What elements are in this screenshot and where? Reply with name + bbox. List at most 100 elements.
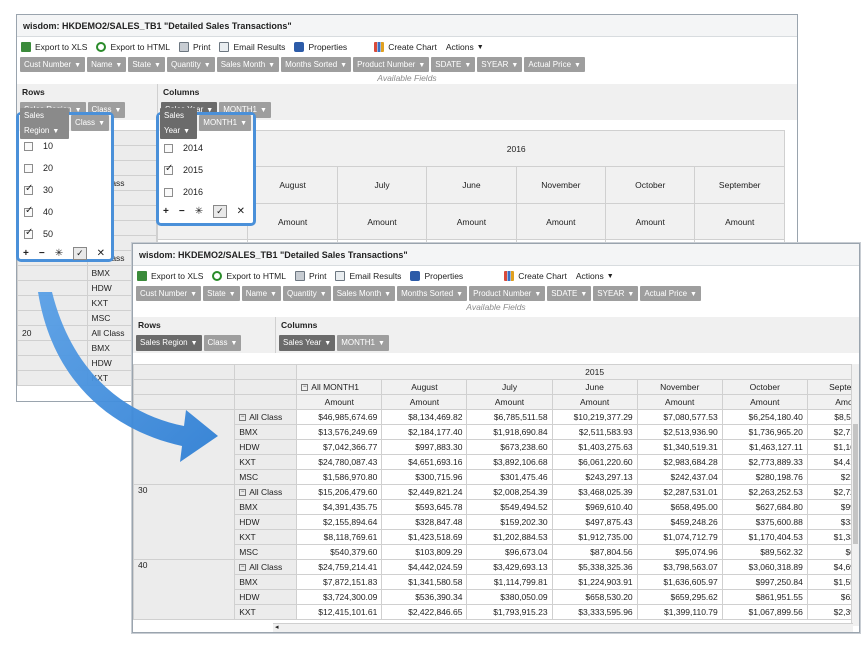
collapse-button[interactable]: −	[39, 248, 45, 259]
field-chip[interactable]: State ▼	[128, 57, 165, 72]
filter-option[interactable]: 50	[19, 223, 111, 245]
month-header[interactable]: November	[515, 166, 607, 204]
field-chip[interactable]: Name ▼	[241, 286, 281, 301]
field-chip[interactable]: Quantity ▼	[166, 57, 215, 72]
collapse-icon[interactable]: −	[239, 414, 247, 422]
field-chip[interactable]: Cust Number ▼	[20, 57, 86, 72]
collapse-icon[interactable]: −	[239, 489, 247, 497]
field-chip[interactable]: Sales Month ▼	[332, 286, 396, 301]
checkbox[interactable]	[164, 187, 173, 197]
chevron-down-icon: ▼	[418, 62, 426, 69]
export-xls-button[interactable]: Export to XLS	[21, 42, 87, 52]
close-button[interactable]: ✕	[97, 248, 105, 259]
filter-option[interactable]: 2014	[159, 137, 253, 159]
field-chip[interactable]: Name ▼	[87, 57, 127, 72]
properties-button[interactable]: Properties	[294, 42, 347, 52]
filter-option[interactable]: 2015	[159, 159, 253, 181]
sales-year-filter-popup: Sales Year▼ MONTH1▼ 201420152016 +−✳ ✓ ✕	[156, 107, 256, 226]
export-html-button[interactable]: Export to HTML	[212, 271, 286, 281]
filter-option[interactable]: 20	[19, 157, 111, 179]
filter-option[interactable]: 40	[19, 201, 111, 223]
filter-option[interactable]: 2016	[159, 181, 253, 203]
field-chip[interactable]: Months Sorted ▼	[281, 57, 352, 72]
checkbox[interactable]	[164, 163, 173, 175]
properties-button[interactable]: Properties	[410, 271, 463, 281]
actions-menu[interactable]: Actions ▼	[576, 271, 614, 281]
create-chart-button[interactable]: Create Chart	[504, 271, 567, 281]
print-button[interactable]: Print	[178, 42, 210, 52]
email-results-button[interactable]: Email Results	[219, 42, 285, 52]
class-cell[interactable]: − All Class	[234, 559, 298, 575]
checkbox[interactable]	[24, 183, 33, 195]
horizontal-scrollbar[interactable]: ◂	[273, 623, 853, 632]
class-chip[interactable]: Class ▼	[71, 115, 109, 131]
month1-chip[interactable]: MONTH1 ▼	[199, 115, 251, 131]
month-header[interactable]: September	[694, 166, 785, 204]
field-chip[interactable]: Months Sorted ▼	[397, 286, 468, 301]
month-header[interactable]: June	[551, 379, 638, 395]
field-chip[interactable]: SYEAR ▼	[593, 286, 639, 301]
field-chip[interactable]: Actual Price ▼	[524, 57, 585, 72]
month-header[interactable]: August	[247, 166, 338, 204]
sales-region-chip[interactable]: Sales Region ▼	[20, 107, 70, 139]
field-chip[interactable]: Sales Month ▼	[216, 57, 280, 72]
month1-chip[interactable]: MONTH1 ▼	[337, 335, 389, 351]
scrollbar-thumb[interactable]	[853, 424, 858, 544]
chevron-down-icon: ▼	[98, 120, 105, 127]
all-month-header[interactable]: − All MONTH1	[296, 379, 383, 395]
select-all-button[interactable]: ✳	[195, 206, 203, 217]
field-chip[interactable]: Quantity ▼	[282, 286, 331, 301]
field-chip[interactable]: Cust Number ▼	[136, 286, 202, 301]
table-cell: $4,442,024.59	[381, 559, 468, 575]
sales-year-chip[interactable]: Sales Year ▼	[160, 107, 198, 139]
sales-year-chip[interactable]: Sales Year ▼	[279, 335, 336, 351]
expand-button[interactable]: +	[163, 206, 169, 217]
properties-icon	[410, 271, 421, 281]
filter-option[interactable]: 30	[19, 179, 111, 201]
table-row: KXT $8,118,769.61 $1,423,518.69 $1,202,884.…	[134, 529, 853, 545]
collapse-button[interactable]: −	[179, 206, 185, 217]
month-header[interactable]: August	[381, 379, 468, 395]
month-header[interactable]: November	[636, 379, 723, 395]
class-chip[interactable]: Class ▼	[203, 335, 242, 351]
checkbox[interactable]	[24, 163, 33, 173]
checkbox[interactable]	[24, 227, 33, 239]
apply-button[interactable]: ✓	[213, 204, 227, 218]
class-cell[interactable]: − All Class	[234, 409, 298, 425]
month-header[interactable]: October	[721, 379, 808, 395]
select-all-button[interactable]: ✳	[55, 248, 63, 259]
region-checkbox-list: 1020304050	[19, 131, 111, 245]
field-chip[interactable]: Product Number ▼	[469, 286, 546, 301]
export-html-button[interactable]: Export to HTML	[96, 42, 170, 52]
month-header[interactable]: October	[605, 166, 696, 204]
close-button[interactable]: ✕	[237, 206, 245, 217]
month-header[interactable]: July	[336, 166, 428, 204]
checkbox[interactable]	[164, 143, 173, 153]
class-cell[interactable]: − All Class	[234, 484, 298, 500]
collapse-icon[interactable]: −	[239, 564, 247, 572]
vertical-scrollbar[interactable]	[851, 364, 859, 626]
email-results-button[interactable]: Email Results	[335, 271, 401, 281]
checkbox[interactable]	[24, 205, 33, 217]
apply-button[interactable]: ✓	[73, 246, 87, 260]
field-chip[interactable]: SYEAR ▼	[477, 57, 523, 72]
month-header[interactable]: September	[806, 379, 853, 395]
actions-menu[interactable]: Actions ▼	[446, 42, 484, 52]
field-chip[interactable]: SDATE ▼	[431, 57, 476, 72]
print-button[interactable]: Print	[294, 271, 326, 281]
scroll-left-icon[interactable]: ◂	[275, 624, 279, 631]
collapse-icon[interactable]: −	[301, 384, 309, 392]
create-chart-button[interactable]: Create Chart	[374, 42, 437, 52]
field-chip[interactable]: SDATE ▼	[547, 286, 592, 301]
month-header[interactable]: July	[466, 379, 553, 395]
table-cell: $1,636,605.97	[636, 574, 723, 590]
region-cell	[17, 310, 88, 326]
export-xls-button[interactable]: Export to XLS	[137, 271, 203, 281]
field-chip[interactable]: State ▼	[203, 286, 240, 301]
field-chip[interactable]: Product Number ▼	[353, 57, 430, 72]
expand-button[interactable]: +	[23, 248, 29, 259]
sales-region-chip[interactable]: Sales Region ▼	[136, 335, 202, 351]
checkbox[interactable]	[24, 141, 33, 151]
field-chip[interactable]: Actual Price ▼	[640, 286, 701, 301]
month-header[interactable]: June	[426, 166, 517, 204]
